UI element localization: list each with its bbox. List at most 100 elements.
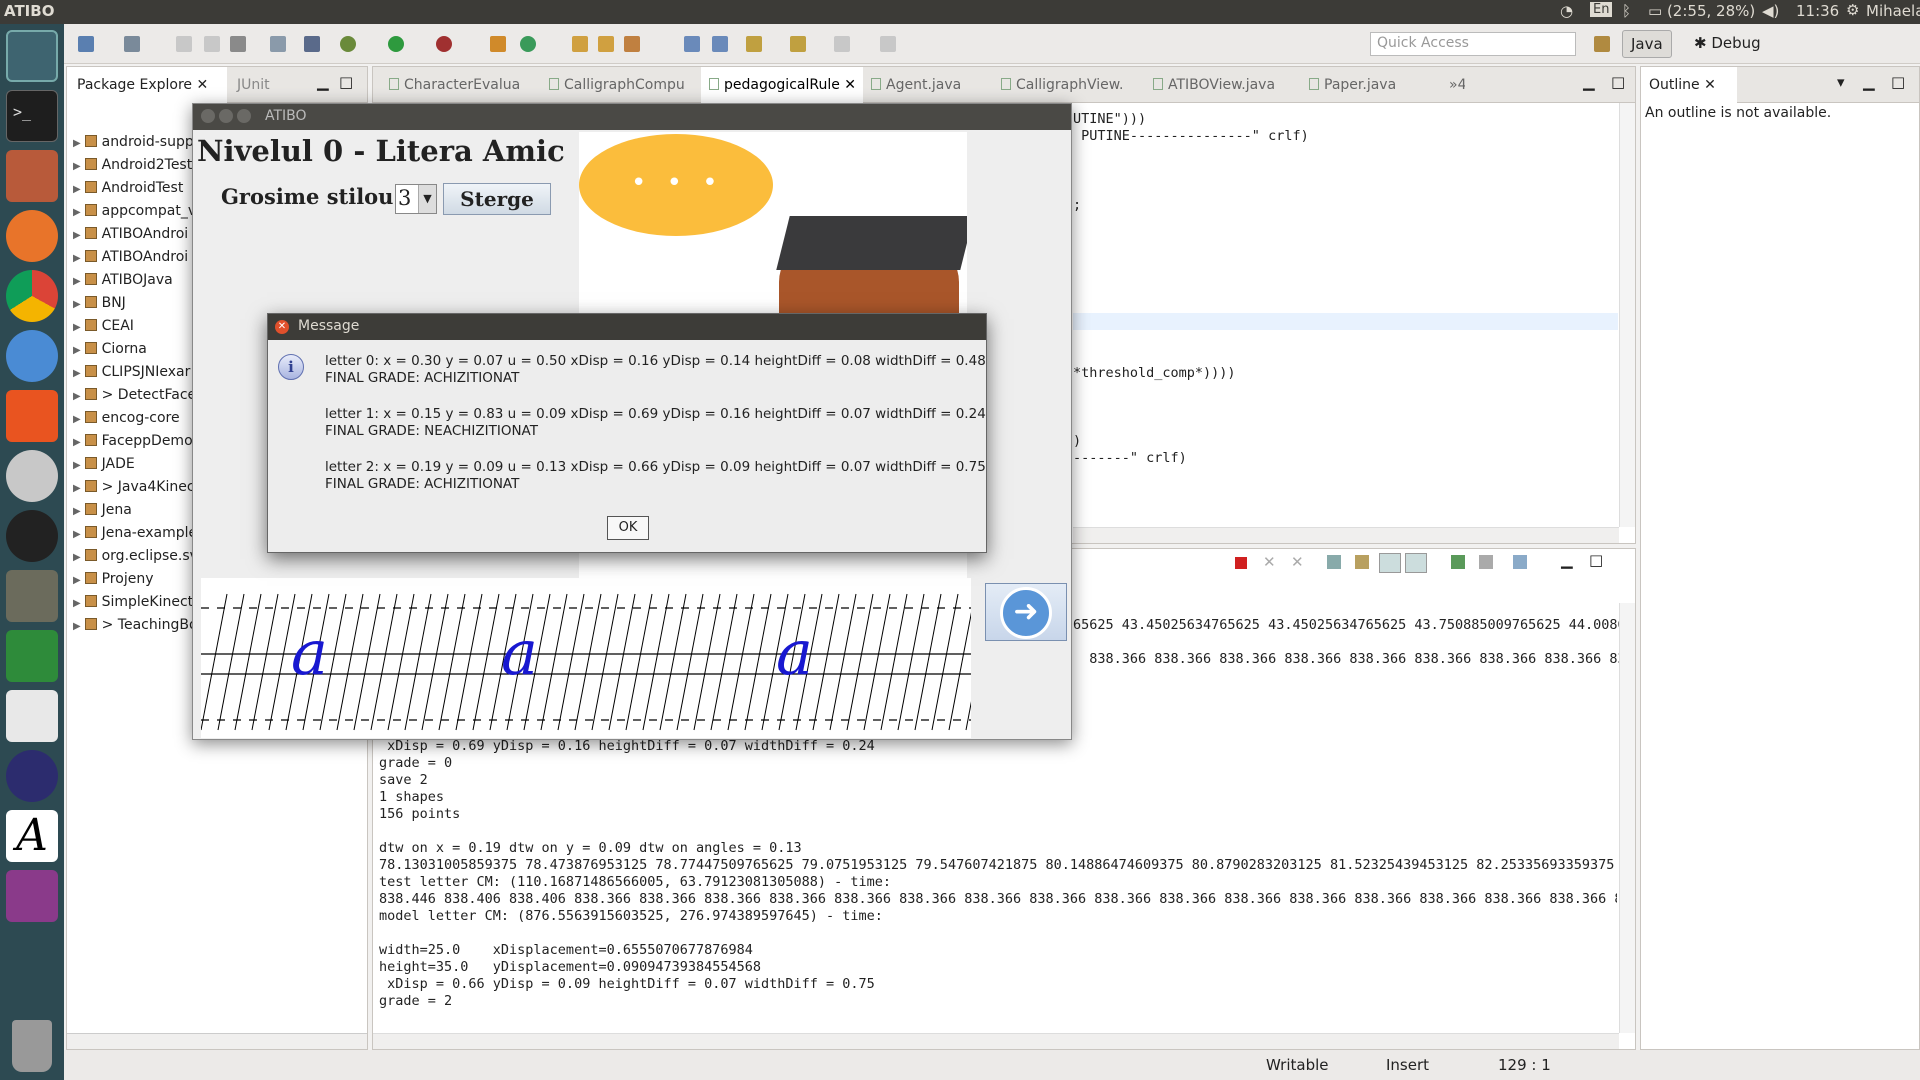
expand-arrow-icon[interactable]: ▶ <box>73 276 81 287</box>
terminal-icon[interactable]: >_ <box>6 90 58 142</box>
scroll-lock-icon[interactable] <box>1355 555 1369 569</box>
expand-arrow-icon[interactable]: ▶ <box>73 621 81 632</box>
next-annotation-icon[interactable] <box>746 36 762 52</box>
expand-arrow-icon[interactable]: ▶ <box>73 253 81 264</box>
tools-icon[interactable] <box>6 150 58 202</box>
tab-editor-file[interactable]: Paper.java <box>1301 67 1441 103</box>
editor-minimize-icon[interactable]: ▁ <box>1583 73 1595 91</box>
tree-item[interactable]: ▶ > DetectFace <box>73 387 196 409</box>
terminate-icon[interactable] <box>1235 557 1247 569</box>
terminal-view-icon[interactable] <box>270 36 286 52</box>
tree-item[interactable]: ▶ ATIBOAndroi <box>73 226 188 248</box>
pen-thickness-select[interactable]: 3 ▼ <box>395 184 437 214</box>
chrome-icon[interactable] <box>6 270 58 322</box>
expand-arrow-icon[interactable]: ▶ <box>73 437 81 448</box>
close-icon[interactable]: ✕ <box>275 320 289 334</box>
open-console-icon[interactable] <box>1513 555 1527 569</box>
user-name[interactable]: Mihaela <box>1866 2 1920 20</box>
expand-arrow-icon[interactable]: ▶ <box>73 184 81 195</box>
expand-arrow-icon[interactable]: ▶ <box>73 552 81 563</box>
expand-arrow-icon[interactable]: ▶ <box>73 391 81 402</box>
tab-junit[interactable]: JUnit <box>237 77 270 93</box>
network-icon[interactable] <box>6 630 58 682</box>
open-task-icon[interactable] <box>598 36 614 52</box>
console-minimize-icon[interactable]: ▁ <box>1561 551 1573 569</box>
console-horizontal-scrollbar[interactable] <box>373 1033 1619 1049</box>
tree-item[interactable]: ▶ org.eclipse.sv <box>73 548 198 570</box>
new-icon[interactable] <box>78 36 94 52</box>
firefox-icon[interactable] <box>6 210 58 262</box>
expand-arrow-icon[interactable]: ▶ <box>73 368 81 379</box>
workspace-icon[interactable] <box>6 870 58 922</box>
tree-item[interactable]: ▶ Jena <box>73 502 132 524</box>
tab-editor-file[interactable]: CharacterEvalua <box>381 67 541 103</box>
chromium-icon[interactable] <box>6 330 58 382</box>
debug-perspective-button[interactable]: ✱ Debug <box>1694 34 1761 52</box>
clock[interactable]: 11:36 <box>1796 2 1839 20</box>
expand-arrow-icon[interactable]: ▶ <box>73 161 81 172</box>
tree-item[interactable]: ▶ SimpleKinect <box>73 594 193 616</box>
console-vertical-scrollbar[interactable] <box>1619 603 1635 1033</box>
tab-outline[interactable]: Outline ✕ <box>1641 67 1737 103</box>
save-icon[interactable] <box>176 36 192 52</box>
gimp-icon[interactable] <box>6 570 58 622</box>
expand-arrow-icon[interactable]: ▶ <box>73 598 81 609</box>
skip-breakpoints-icon[interactable] <box>304 36 320 52</box>
battery-indicator[interactable]: ▭ (2:55, 28%) <box>1648 2 1755 20</box>
toggle-mark-icon[interactable] <box>684 36 700 52</box>
tree-item[interactable]: ▶ Android2Test <box>73 157 192 179</box>
atibo-maximize-button[interactable] <box>237 109 251 123</box>
outline-minimize-icon[interactable]: ▁ <box>1863 73 1875 91</box>
tree-item[interactable]: ▶ AndroidTest <box>73 180 183 202</box>
tab-editor-file[interactable]: CalligraphCompu <box>541 67 701 103</box>
tree-item[interactable]: ▶ ATIBOAndroi <box>73 249 188 271</box>
trash-icon[interactable] <box>12 1020 52 1072</box>
show-stderr-icon[interactable] <box>1405 553 1427 573</box>
quick-access-input[interactable]: Quick Access <box>1370 32 1576 56</box>
back-icon[interactable] <box>834 36 850 52</box>
tree-item[interactable]: ▶ Ciorna <box>73 341 147 363</box>
save-all-icon[interactable] <box>204 36 220 52</box>
tree-item[interactable]: ▶ CLIPSJNIexar <box>73 364 190 386</box>
eclipse-icon[interactable] <box>6 750 58 802</box>
clear-console-icon[interactable] <box>1327 555 1341 569</box>
outline-maximize-icon[interactable]: □ <box>1891 73 1905 91</box>
expand-arrow-icon[interactable]: ▶ <box>73 230 81 241</box>
dash-icon[interactable] <box>6 30 58 82</box>
new-project-icon[interactable] <box>124 36 140 52</box>
atibo-app-icon[interactable]: A <box>6 810 58 862</box>
bluetooth-icon[interactable]: ᛒ <box>1622 2 1631 20</box>
handwriting-canvas[interactable]: aaa <box>200 578 1027 738</box>
tree-item[interactable]: ▶ > Java4Kinect <box>73 479 200 501</box>
expand-arrow-icon[interactable]: ▶ <box>73 207 81 218</box>
disc-icon[interactable] <box>6 450 58 502</box>
new-package-icon[interactable] <box>490 36 506 52</box>
maximize-icon[interactable]: □ <box>339 73 353 91</box>
expand-arrow-icon[interactable]: ▶ <box>73 414 81 425</box>
previous-annotation-icon[interactable] <box>790 36 806 52</box>
text-editor-icon[interactable] <box>6 690 58 742</box>
tree-item[interactable]: ▶ > TeachingBox <box>73 617 205 639</box>
console-maximize-icon[interactable]: □ <box>1589 551 1603 569</box>
tree-item[interactable]: ▶ CEAI <box>73 318 134 340</box>
show-whitespace-icon[interactable] <box>712 36 728 52</box>
tree-item[interactable]: ▶ appcompat_v <box>73 203 196 225</box>
minimize-icon[interactable]: ▁ <box>317 73 329 91</box>
external-tools-icon[interactable] <box>436 36 452 52</box>
tab-editor-file[interactable]: »4 <box>1441 67 1465 103</box>
next-button[interactable]: ➜ <box>985 583 1067 641</box>
tree-item[interactable]: ▶ android-supp <box>73 134 194 156</box>
tree-item[interactable]: ▶ Jena-example <box>73 525 197 547</box>
tree-item[interactable]: ▶ ATIBOJava <box>73 272 173 294</box>
volume-icon[interactable]: ◀) <box>1762 2 1779 20</box>
tab-package-explorer[interactable]: Package Explore ✕ <box>67 67 227 103</box>
forward-icon[interactable] <box>880 36 896 52</box>
tree-item[interactable]: ▶ FaceppDemo <box>73 433 193 455</box>
ok-button[interactable]: OK <box>607 516 649 540</box>
expand-arrow-icon[interactable]: ▶ <box>73 322 81 333</box>
tree-item[interactable]: ▶ JADE <box>73 456 135 478</box>
tab-editor-file[interactable]: CalligraphView. <box>993 67 1145 103</box>
wifi-icon[interactable]: ◔ <box>1560 2 1573 20</box>
expand-arrow-icon[interactable]: ▶ <box>73 345 81 356</box>
keyboard-layout-indicator[interactable]: En <box>1590 2 1613 17</box>
